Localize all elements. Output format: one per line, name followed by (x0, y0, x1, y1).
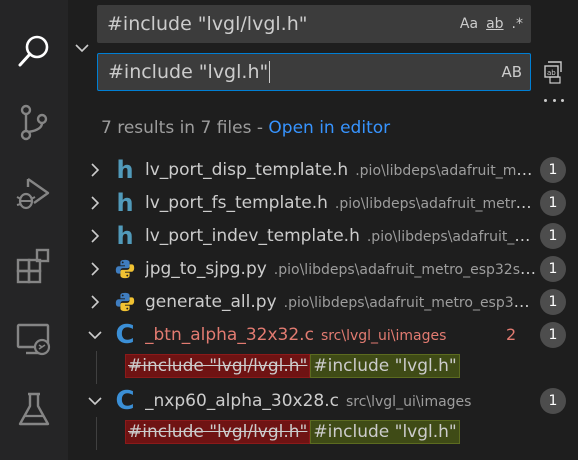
regex-toggle[interactable]: .* (512, 16, 523, 32)
file-result-row[interactable]: h lv_port_indev_template.h .pio\libdeps\ad… (68, 219, 578, 252)
match-case-toggle[interactable]: Aa (460, 16, 478, 32)
run-debug-icon[interactable] (8, 167, 60, 219)
file-name: _btn_alpha_32x32.c (145, 324, 314, 345)
file-path: src\lvgl_ui\images (345, 393, 472, 410)
file-name: _nxp60_alpha_30x28.c (145, 390, 339, 411)
chevron-right-icon[interactable] (86, 161, 104, 179)
activity-bar (0, 0, 68, 460)
chevron-right-icon[interactable] (86, 293, 104, 311)
file-name: lv_port_fs_template.h (145, 192, 328, 213)
match-preview: #include "lvgl/lvgl.h" #include "lvgl.h" (125, 420, 460, 444)
h-file-icon: h (116, 188, 134, 217)
python-file-icon (114, 290, 136, 314)
added-text: #include "lvgl.h" (310, 354, 460, 378)
replace-input-text: #include "lvgl.h" (108, 60, 269, 83)
preserve-case-toggle[interactable]: AB (501, 63, 522, 81)
search-input-value[interactable]: #include "lvgl/lvgl.h" (97, 13, 460, 35)
file-name: generate_all.py (145, 291, 277, 312)
file-path: .pio\libdeps\adafruit_metro_esp32s2\lvgl… (355, 162, 537, 179)
file-path: src\lvgl_ui\images (320, 327, 447, 344)
testing-icon[interactable] (8, 384, 60, 436)
toggle-replace-chevron-icon[interactable] (74, 40, 90, 56)
file-label: lv_port_indev_template.h .pio\libdeps\ada… (145, 226, 537, 246)
file-path: .pio\libdeps\adafruit_metro_esp32s2\lvgl… (366, 228, 537, 245)
removed-text: #include "lvgl/lvgl.h" (125, 354, 311, 378)
whole-word-toggle[interactable]: ab (486, 16, 503, 32)
c-file-icon: C (115, 385, 135, 416)
search-icon[interactable] (8, 25, 60, 77)
c-file-icon: C (115, 319, 135, 350)
file-name: jpg_to_sjpg.py (145, 258, 267, 279)
replace-input-value[interactable]: #include "lvgl.h" (98, 61, 501, 84)
search-options: Aa ab .* (460, 16, 531, 32)
results-count-text: 7 results in 7 files - (101, 118, 269, 138)
indent-guide (96, 417, 97, 450)
file-label: _btn_alpha_32x32.c src\lvgl_ui\images (145, 325, 495, 345)
results-tree: h lv_port_disp_template.h .pio\libdeps\ada… (68, 153, 578, 450)
h-file-icon: h (116, 155, 134, 184)
chevron-right-icon[interactable] (86, 260, 104, 278)
chevron-right-icon[interactable] (86, 194, 104, 212)
replace-input[interactable]: #include "lvgl.h" AB (97, 53, 531, 91)
file-label: lv_port_disp_template.h .pio\libdeps\adaf… (145, 160, 537, 180)
source-control-icon[interactable] (8, 96, 60, 148)
file-result-row[interactable]: h lv_port_disp_template.h .pio\libdeps\ada… (68, 153, 578, 186)
match-preview: #include "lvgl/lvgl.h" #include "lvgl.h" (125, 354, 460, 378)
match-count-badge: 1 (540, 222, 566, 249)
modified-count: 2 (506, 325, 517, 344)
match-row[interactable]: #include "lvgl/lvgl.h" #include "lvgl.h" (68, 351, 578, 384)
match-count-badge: 1 (540, 156, 566, 183)
search-panel: #include "lvgl/lvgl.h" Aa ab .* #include… (68, 0, 578, 460)
added-text: #include "lvgl.h" (310, 420, 460, 444)
file-result-row[interactable]: h lv_port_fs_template.h .pio\libdeps\adafr… (68, 186, 578, 219)
file-result-row[interactable]: generate_all.py .pio\libdeps\adafruit_met… (68, 285, 578, 318)
file-label: generate_all.py .pio\libdeps\adafruit_met… (145, 292, 537, 312)
file-result-row[interactable]: C _nxp60_alpha_30x28.c src\lvgl_ui\images 1 (68, 384, 578, 417)
file-path: .pio\libdeps\adafruit_metro_esp32s2\lvgl… (273, 261, 537, 278)
remote-explorer-icon[interactable] (8, 313, 60, 365)
search-input[interactable]: #include "lvgl/lvgl.h" Aa ab .* (97, 5, 531, 43)
indent-guide (96, 351, 97, 384)
match-count-badge: 1 (540, 255, 566, 282)
results-summary: 7 results in 7 files - Open in editor (101, 118, 390, 138)
file-name: lv_port_indev_template.h (145, 225, 360, 246)
file-result-row[interactable]: C _btn_alpha_32x32.c src\lvgl_ui\images 2 1 (68, 318, 578, 351)
file-path: .pio\libdeps\adafruit_metro_esp32s2\lvgl… (283, 294, 537, 311)
match-count-badge: 1 (540, 387, 566, 414)
file-path: .pio\libdeps\adafruit_metro_esp32s2\lvgl… (334, 195, 537, 212)
file-label: _nxp60_alpha_30x28.c src\lvgl_ui\images (145, 391, 537, 411)
svg-text:ab: ab (547, 69, 556, 77)
file-result-row[interactable]: jpg_to_sjpg.py .pio\libdeps\adafruit_metr… (68, 252, 578, 285)
replace-options: AB (501, 63, 530, 81)
text-caret (269, 61, 271, 84)
match-count-badge: 1 (540, 321, 566, 348)
h-file-icon: h (116, 221, 134, 250)
match-row[interactable]: #include "lvgl/lvgl.h" #include "lvgl.h" (68, 417, 578, 450)
file-label: lv_port_fs_template.h .pio\libdeps\adafru… (145, 193, 537, 213)
file-name: lv_port_disp_template.h (145, 159, 349, 180)
chevron-down-icon[interactable] (86, 326, 104, 344)
python-file-icon (114, 257, 136, 281)
match-count-badge: 1 (540, 288, 566, 315)
extensions-icon[interactable] (8, 240, 60, 292)
replace-all-icon[interactable]: ab (542, 60, 566, 84)
file-label: jpg_to_sjpg.py .pio\libdeps\adafruit_metr… (145, 259, 537, 279)
chevron-right-icon[interactable] (86, 227, 104, 245)
removed-text: #include "lvgl/lvgl.h" (125, 420, 311, 444)
open-in-editor-link[interactable]: Open in editor (268, 118, 390, 138)
more-options-icon[interactable] (542, 93, 566, 107)
match-count-badge: 1 (540, 189, 566, 216)
chevron-down-icon[interactable] (86, 392, 104, 410)
